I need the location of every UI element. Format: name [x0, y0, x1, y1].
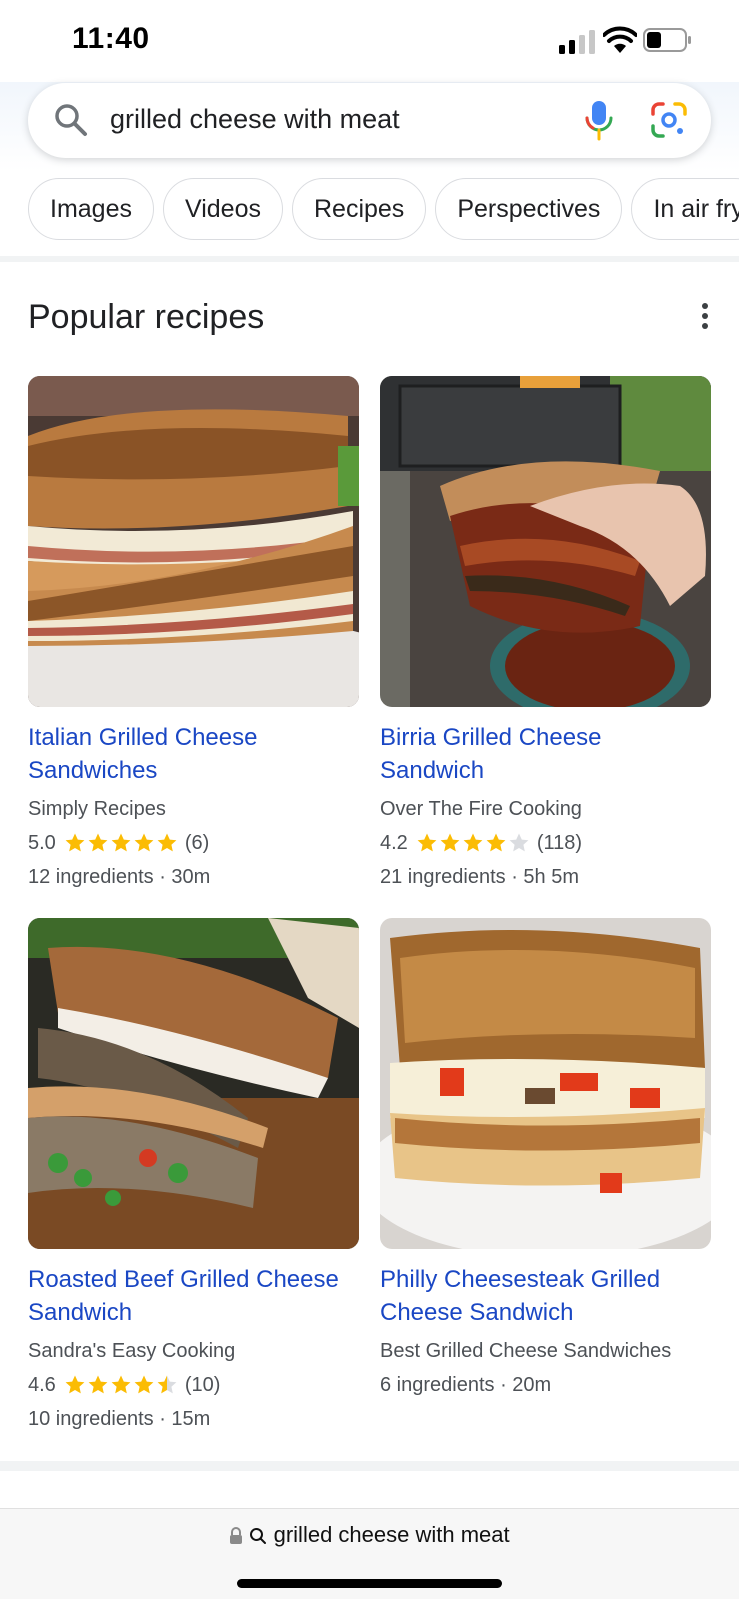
- search-input[interactable]: grilled cheese with meat: [110, 104, 400, 135]
- chip-images[interactable]: Images: [28, 178, 154, 240]
- review-count: (6): [184, 831, 210, 854]
- review-count: (118): [536, 831, 583, 854]
- address-text[interactable]: grilled cheese with meat: [274, 1522, 510, 1547]
- recipe-card[interactable]: Roasted Beef Grilled Cheese Sandwich San…: [28, 918, 359, 1431]
- recipe-image[interactable]: [28, 376, 359, 707]
- status-bar: 11:40: [0, 0, 739, 82]
- recipe-rating: 5.0 (6): [28, 831, 359, 855]
- chip-recipes[interactable]: Recipes: [291, 178, 427, 240]
- star-icon: [157, 833, 177, 852]
- battery-icon: [643, 28, 691, 52]
- lock-icon: [230, 1527, 243, 1544]
- recipe-source: Sandra's Easy Cooking: [28, 1340, 236, 1362]
- chip-in-air-fryer[interactable]: In air fry: [631, 178, 739, 240]
- search-icon: [55, 104, 87, 136]
- star-rating: [64, 1374, 179, 1396]
- recipe-title[interactable]: Birria Grilled Cheese Sandwich: [380, 721, 711, 787]
- review-count: (10): [184, 1373, 221, 1396]
- recipe-meta: 21 ingredients · 5h 5m: [380, 866, 580, 888]
- recipe-title[interactable]: Philly Cheesesteak Grilled Cheese Sandwi…: [380, 1263, 711, 1329]
- recipe-meta: 10 ingredients · 15m: [28, 1408, 211, 1430]
- search-icon: [250, 1528, 267, 1544]
- recipe-card[interactable]: Italian Grilled Cheese Sandwiches Simply…: [28, 376, 359, 889]
- recipe-meta: 6 ingredients · 20m: [380, 1374, 552, 1396]
- star-icon: [509, 833, 529, 852]
- divider: [0, 1461, 739, 1471]
- chip-perspectives[interactable]: Perspectives: [435, 178, 623, 240]
- star-icon: [65, 1375, 85, 1394]
- recipe-source: Over The Fire Cooking: [380, 798, 582, 820]
- recipe-image[interactable]: [380, 918, 711, 1249]
- recipe-meta: 12 ingredients · 30m: [28, 866, 211, 888]
- recipe-title[interactable]: Italian Grilled Cheese Sandwiches: [28, 721, 359, 787]
- google-lens-icon[interactable]: [650, 101, 688, 139]
- home-indicator[interactable]: [237, 1579, 502, 1588]
- star-icon: [88, 833, 108, 852]
- recipe-card[interactable]: Birria Grilled Cheese Sandwich Over The …: [380, 376, 711, 889]
- recipe-source: Best Grilled Cheese Sandwiches: [380, 1340, 672, 1362]
- recipe-source: Simply Recipes: [28, 798, 166, 820]
- star-icon: [134, 1375, 154, 1394]
- star-icon: [440, 833, 460, 852]
- microphone-icon[interactable]: [584, 99, 614, 141]
- star-icon: [134, 833, 154, 852]
- recipe-card[interactable]: Philly Cheesesteak Grilled Cheese Sandwi…: [380, 918, 711, 1397]
- star-icon: [111, 1375, 131, 1394]
- rating-value: 4.2: [380, 831, 408, 854]
- star-icon: [417, 833, 437, 852]
- recipe-image[interactable]: [28, 918, 359, 1249]
- star-icon: [65, 833, 85, 852]
- star-icon: [88, 1375, 108, 1394]
- wifi-icon: [603, 26, 637, 53]
- recipe-title[interactable]: Roasted Beef Grilled Cheese Sandwich: [28, 1263, 359, 1329]
- star-icon: [111, 833, 131, 852]
- star-icon: [463, 833, 483, 852]
- cellular-signal-icon: [559, 30, 595, 54]
- rating-value: 4.6: [28, 1373, 56, 1396]
- search-bar[interactable]: grilled cheese with meat: [28, 83, 711, 158]
- recipe-image[interactable]: [380, 376, 711, 707]
- filter-chips: Images Videos Recipes Perspectives In air fr…: [28, 178, 739, 242]
- divider: [0, 256, 739, 262]
- star-rating: [416, 832, 531, 854]
- rating-value: 5.0: [28, 831, 56, 854]
- star-rating: [64, 832, 179, 854]
- section-title: Popular recipes: [28, 298, 265, 336]
- star-icon: [486, 833, 506, 852]
- recipe-rating: 4.2 (118): [380, 831, 711, 855]
- star-icon: [157, 1375, 177, 1394]
- more-options-icon[interactable]: [694, 300, 716, 336]
- status-time: 11:40: [72, 22, 150, 55]
- recipe-rating: 4.6 (10): [28, 1373, 359, 1397]
- chip-videos[interactable]: Videos: [162, 178, 283, 240]
